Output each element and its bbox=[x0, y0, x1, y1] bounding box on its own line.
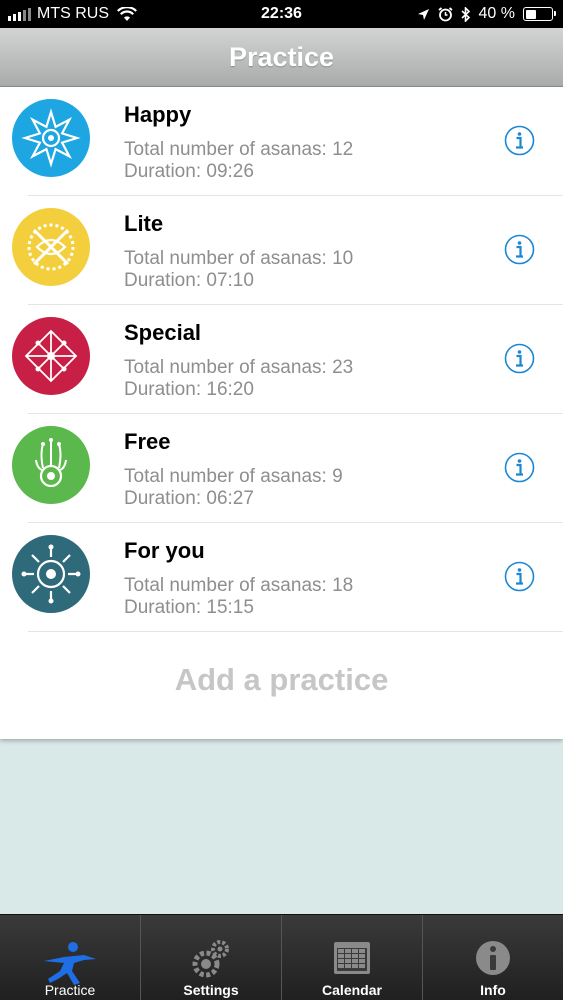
nav-bar: Practice bbox=[0, 28, 563, 87]
practice-title: Special bbox=[124, 320, 202, 345]
duration: Duration: 09:26 bbox=[124, 161, 254, 182]
sun-burst-icon bbox=[12, 535, 90, 613]
row-divider bbox=[28, 631, 563, 632]
battery-percent: 40 % bbox=[478, 5, 515, 22]
tab-settings[interactable]: Settings bbox=[141, 915, 282, 1000]
battery-icon bbox=[523, 7, 556, 21]
practice-list: Happy Total number of asanas: 12 Duratio… bbox=[0, 87, 563, 739]
flower-wheel-icon bbox=[12, 426, 90, 504]
info-circle-icon[interactable] bbox=[504, 343, 535, 374]
calendar-icon bbox=[334, 942, 370, 974]
asanas-count: Total number of asanas: 18 bbox=[124, 575, 354, 596]
asanas-count: Total number of asanas: 9 bbox=[124, 466, 343, 487]
duration: Duration: 06:27 bbox=[124, 488, 254, 509]
practice-row-free[interactable]: Free Total number of asanas: 9 Duration:… bbox=[0, 414, 563, 523]
yoga-pose-icon bbox=[44, 942, 96, 985]
info-circle-icon[interactable] bbox=[504, 125, 535, 156]
tab-bar: Practice Settings Calendar Info bbox=[0, 914, 563, 1000]
asanas-count: Total number of asanas: 23 bbox=[124, 357, 354, 378]
duration: Duration: 07:10 bbox=[124, 270, 254, 291]
practice-row-special[interactable]: Special Total number of asanas: 23 Durat… bbox=[0, 305, 563, 414]
info-circle-icon[interactable] bbox=[504, 234, 535, 265]
gear-swirl-icon bbox=[12, 208, 90, 286]
practice-row-happy[interactable]: Happy Total number of asanas: 12 Duratio… bbox=[0, 87, 563, 196]
duration: Duration: 15:15 bbox=[124, 597, 254, 618]
asanas-count: Total number of asanas: 12 bbox=[124, 139, 354, 160]
tab-label: Settings bbox=[183, 982, 239, 998]
tab-label: Practice bbox=[44, 982, 96, 998]
practice-row-for-you[interactable]: For you Total number of asanas: 18 Durat… bbox=[0, 523, 563, 632]
practice-title: Free bbox=[124, 429, 171, 454]
tab-info[interactable]: Info bbox=[423, 915, 563, 1000]
lattice-icon bbox=[12, 317, 90, 395]
practice-title: For you bbox=[124, 538, 205, 563]
practice-row-lite[interactable]: Lite Total number of asanas: 10 Duration… bbox=[0, 196, 563, 305]
page-title: Practice bbox=[228, 41, 335, 72]
tab-calendar[interactable]: Calendar bbox=[282, 915, 423, 1000]
asanas-count: Total number of asanas: 10 bbox=[124, 248, 354, 269]
practice-title: Lite bbox=[124, 211, 164, 236]
tab-practice[interactable]: Practice bbox=[0, 915, 141, 1000]
tab-label: Calendar bbox=[322, 982, 382, 998]
bluetooth-icon bbox=[460, 6, 470, 22]
gears-icon bbox=[192, 940, 229, 978]
add-practice-button[interactable]: Add a practice bbox=[0, 662, 563, 698]
location-arrow-icon bbox=[417, 8, 429, 20]
status-bar: MTS RUS 22:36 40 % bbox=[0, 0, 563, 28]
info-circle-icon[interactable] bbox=[504, 452, 535, 483]
duration: Duration: 16:20 bbox=[124, 379, 254, 400]
tab-label: Info bbox=[480, 982, 506, 998]
star-sun-icon bbox=[12, 99, 90, 177]
info-circle-icon[interactable] bbox=[504, 561, 535, 592]
alarm-icon bbox=[437, 6, 453, 21]
info-icon bbox=[476, 941, 510, 975]
practice-title: Happy bbox=[124, 102, 192, 127]
